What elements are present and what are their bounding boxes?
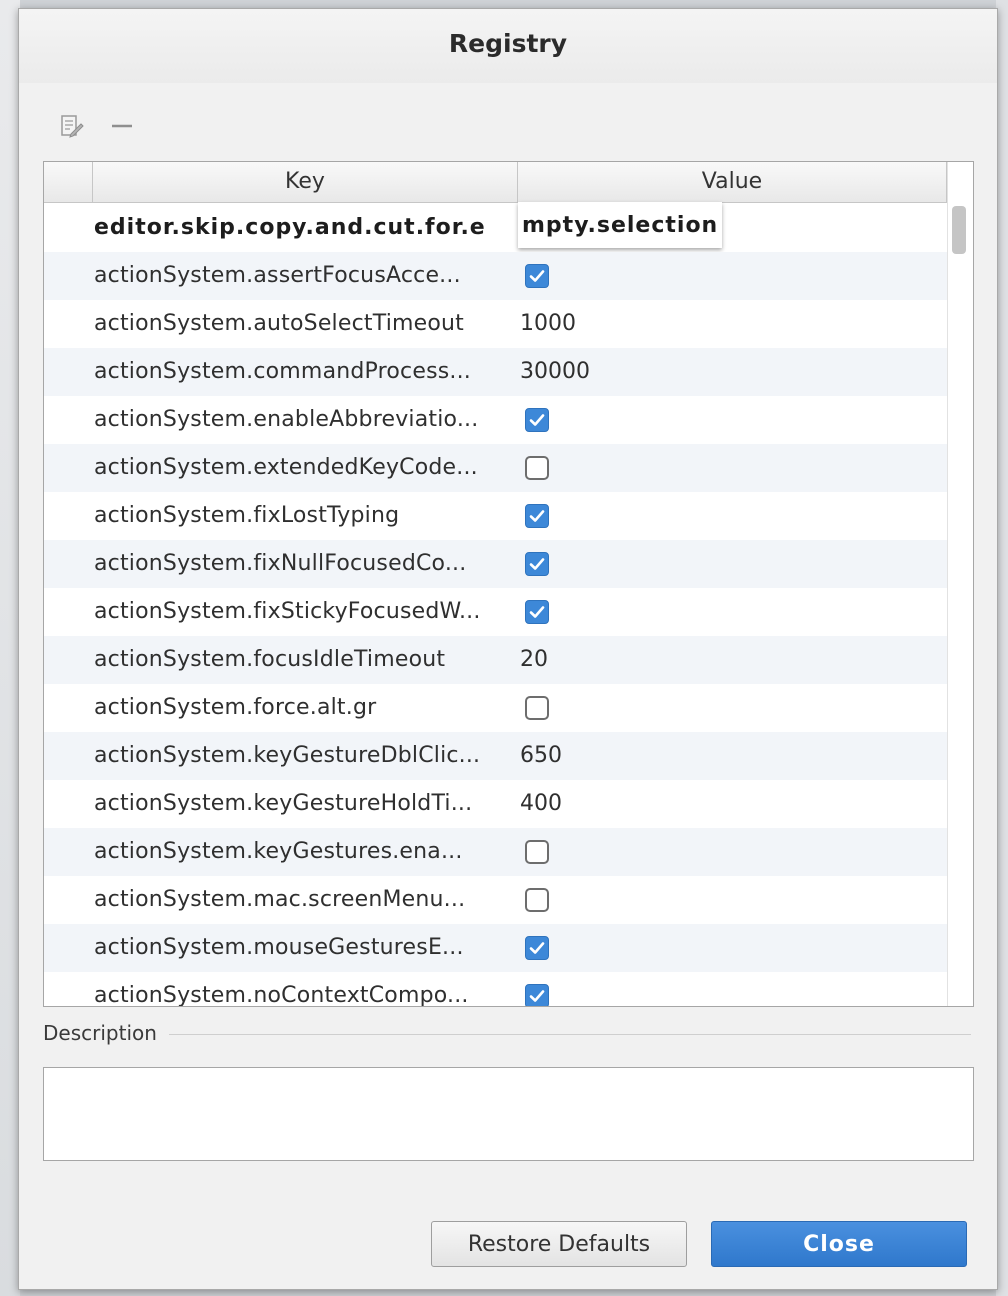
table-body: editor.skip.copy.and.cut.for.e mpty.selec…	[44, 202, 947, 1007]
description-label: Description	[43, 1021, 169, 1045]
remove-button[interactable]	[105, 111, 139, 145]
edit-icon	[59, 113, 85, 143]
row-key: actionSystem.assertFocusAcce...	[94, 263, 461, 288]
table-row[interactable]: actionSystem.enableAbbreviatio...	[44, 396, 947, 444]
checkbox-checked[interactable]	[525, 264, 549, 288]
row-value[interactable]: 400	[520, 780, 562, 828]
row-value[interactable]: 650	[520, 732, 562, 780]
minus-icon	[110, 114, 134, 142]
edit-button[interactable]	[55, 111, 89, 145]
table-row[interactable]: actionSystem.autoSelectTimeout 1000	[44, 300, 947, 348]
table-row[interactable]: actionSystem.keyGestureDblClic... 650	[44, 732, 947, 780]
table-row[interactable]: actionSystem.force.alt.gr	[44, 684, 947, 732]
checkbox-checked[interactable]	[525, 504, 549, 528]
header-gutter	[44, 162, 93, 202]
table-row-selected[interactable]: editor.skip.copy.and.cut.for.e mpty.selec…	[44, 202, 947, 252]
background-ide-left	[0, 0, 20, 1296]
row-value[interactable]: 30000	[520, 348, 590, 396]
row-key: actionSystem.extendedKeyCode...	[94, 455, 478, 480]
table-header: Key Value	[44, 162, 947, 203]
row-key: actionSystem.fixStickyFocusedW...	[94, 599, 481, 624]
table-row[interactable]: actionSystem.commandProcess... 30000	[44, 348, 947, 396]
row-key: actionSystem.focusIdleTimeout	[94, 647, 446, 672]
checkbox-checked[interactable]	[525, 984, 549, 1006]
registry-table: Key Value editor.skip.copy.and.cut.for.e…	[43, 161, 974, 1007]
row-value[interactable]: 1000	[520, 300, 576, 348]
description-separator	[43, 1034, 971, 1035]
row-key: actionSystem.fixLostTyping	[94, 503, 400, 528]
row-key: actionSystem.noContextCompo...	[94, 983, 469, 1007]
checkbox-unchecked[interactable]	[525, 696, 549, 720]
row-key: actionSystem.keyGestureHoldTi...	[94, 791, 473, 816]
checkbox-unchecked[interactable]	[525, 840, 549, 864]
table-row[interactable]: actionSystem.extendedKeyCode...	[44, 444, 947, 492]
table-row[interactable]: actionSystem.keyGestures.ena...	[44, 828, 947, 876]
column-header-value[interactable]: Value	[518, 162, 947, 202]
checkbox-checked[interactable]	[525, 552, 549, 576]
table-row[interactable]: actionSystem.focusIdleTimeout 20	[44, 636, 947, 684]
key-expansion-tooltip: mpty.selection	[518, 202, 723, 248]
row-value[interactable]: 20	[520, 636, 548, 684]
row-key: actionSystem.fixNullFocusedCo...	[94, 551, 467, 576]
row-key: actionSystem.autoSelectTimeout	[94, 311, 464, 336]
restore-defaults-button[interactable]: Restore Defaults	[431, 1221, 687, 1267]
table-row[interactable]: actionSystem.mac.screenMenu...	[44, 876, 947, 924]
row-key: actionSystem.keyGestureDblClic...	[94, 743, 481, 768]
dialog-title-bar[interactable]: Registry	[19, 9, 997, 83]
row-key: actionSystem.mac.screenMenu...	[94, 887, 466, 912]
table-row[interactable]: actionSystem.noContextCompo...	[44, 972, 947, 1007]
row-key: actionSystem.keyGestures.ena...	[94, 839, 463, 864]
dialog-title: Registry	[448, 29, 568, 58]
table-row[interactable]: actionSystem.assertFocusAcce...	[44, 252, 947, 300]
close-button[interactable]: Close	[711, 1221, 967, 1267]
column-header-key[interactable]: Key	[93, 162, 518, 202]
checkbox-checked[interactable]	[525, 936, 549, 960]
checkbox-unchecked[interactable]	[525, 888, 549, 912]
table-row[interactable]: actionSystem.fixLostTyping	[44, 492, 947, 540]
scrollbar-thumb[interactable]	[952, 206, 966, 254]
table-row[interactable]: actionSystem.fixNullFocusedCo...	[44, 540, 947, 588]
row-key: actionSystem.commandProcess...	[94, 359, 471, 384]
row-key: actionSystem.enableAbbreviatio...	[94, 407, 479, 432]
row-key: actionSystem.mouseGesturesE...	[94, 935, 464, 960]
vertical-scrollbar[interactable]	[947, 162, 973, 1006]
row-key: editor.skip.copy.and.cut.for.e	[94, 215, 486, 240]
row-key: actionSystem.force.alt.gr	[94, 695, 377, 720]
table-row[interactable]: actionSystem.mouseGesturesE...	[44, 924, 947, 972]
checkbox-checked[interactable]	[525, 600, 549, 624]
table-row[interactable]: actionSystem.keyGestureHoldTi... 400	[44, 780, 947, 828]
checkbox-checked[interactable]	[525, 408, 549, 432]
registry-dialog: Registry Key Value editor.skip.copy.and.…	[18, 8, 998, 1290]
checkbox-unchecked[interactable]	[525, 456, 549, 480]
description-box	[43, 1067, 974, 1161]
table-row[interactable]: actionSystem.fixStickyFocusedW...	[44, 588, 947, 636]
